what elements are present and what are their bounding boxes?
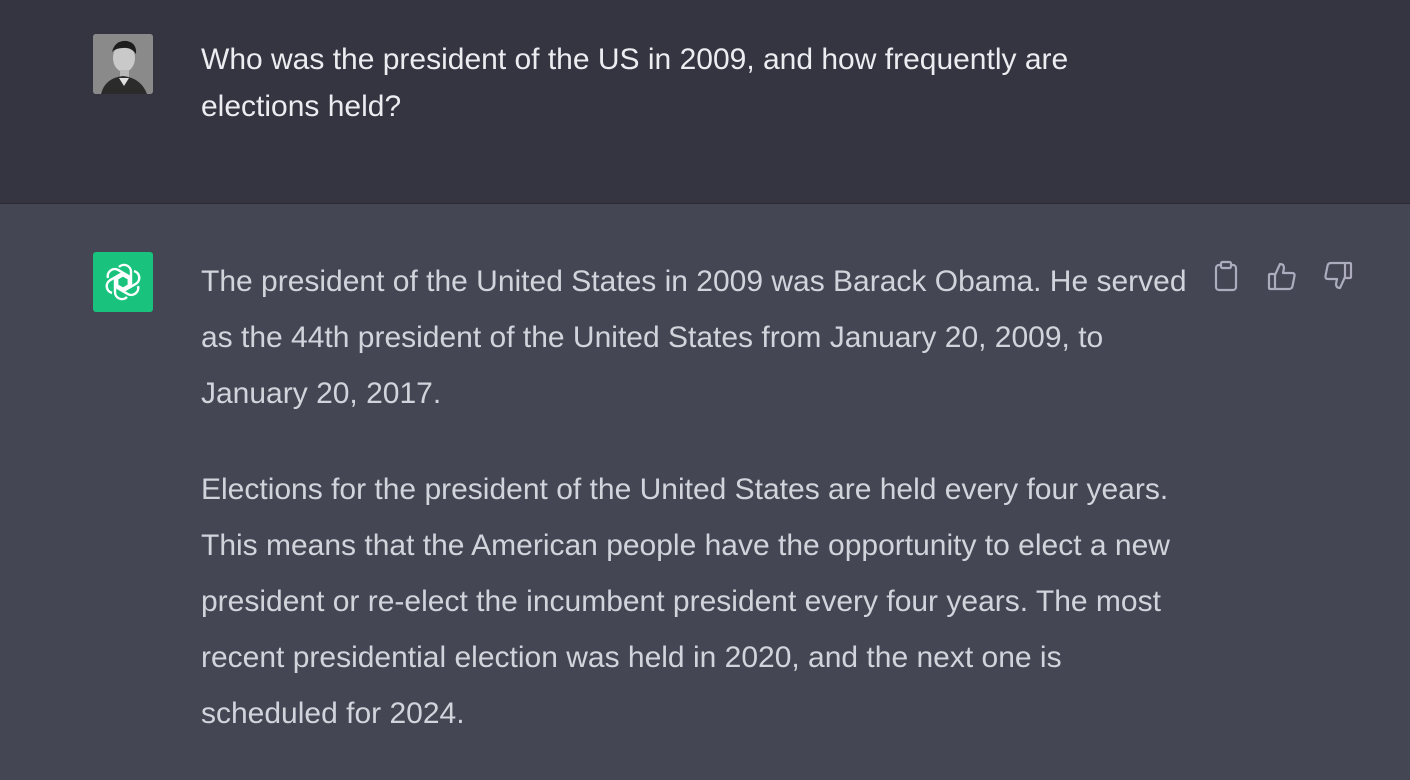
copy-button[interactable]	[1208, 258, 1244, 294]
thumbs-down-icon	[1324, 261, 1353, 290]
user-message-row: Who was the president of the US in 2009,…	[0, 0, 1410, 204]
assistant-message-text: The president of the United States in 20…	[201, 254, 1191, 742]
thumbs-down-button[interactable]	[1320, 258, 1356, 294]
thumbs-up-button[interactable]	[1264, 258, 1300, 294]
user-photo-icon	[93, 34, 153, 94]
user-message-text: Who was the president of the US in 2009,…	[201, 43, 1069, 123]
assistant-message-row: The president of the United States in 20…	[0, 204, 1410, 780]
message-actions	[1208, 258, 1356, 294]
assistant-paragraph-1: The president of the United States in 20…	[201, 265, 1187, 410]
clipboard-icon	[1214, 260, 1238, 292]
openai-logo-icon	[105, 263, 141, 301]
thumbs-up-icon	[1267, 262, 1296, 291]
assistant-paragraph-2: Elections for the president of the Unite…	[201, 473, 1170, 730]
user-avatar	[93, 34, 153, 94]
assistant-avatar	[93, 252, 153, 312]
